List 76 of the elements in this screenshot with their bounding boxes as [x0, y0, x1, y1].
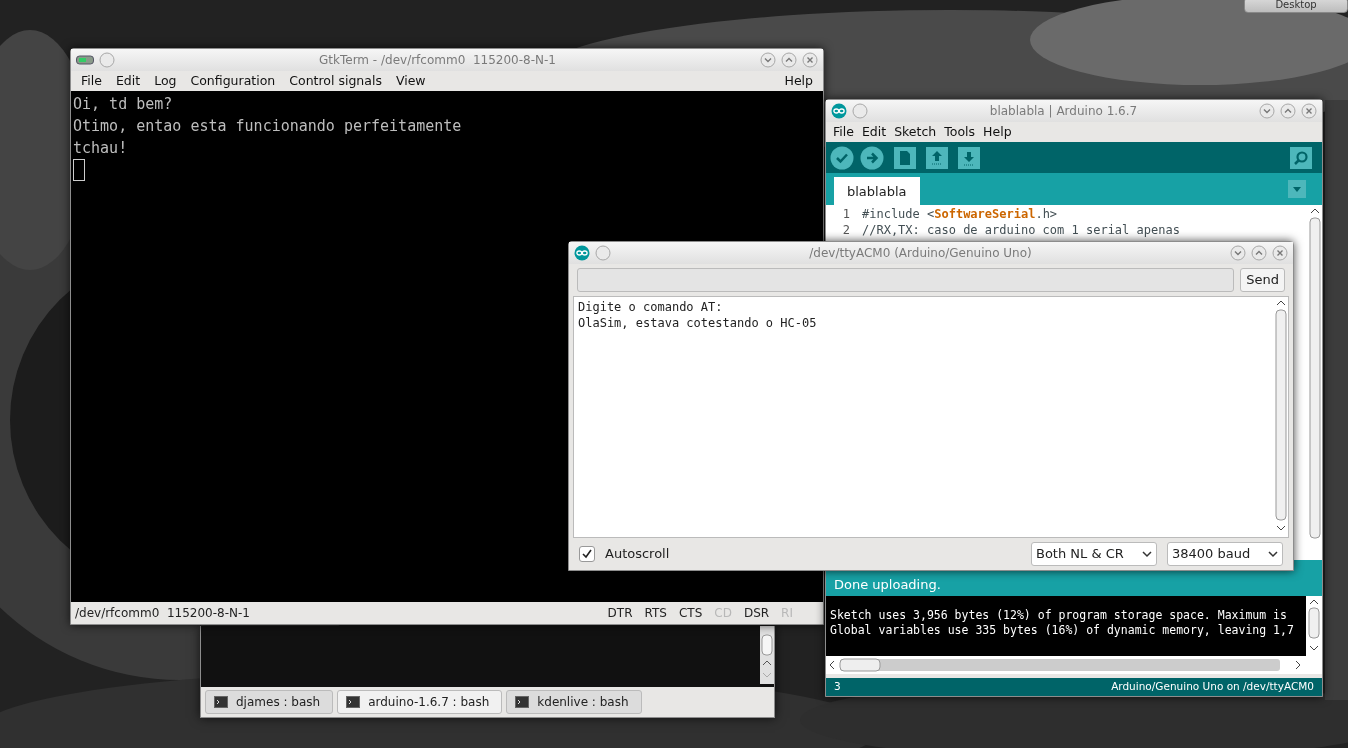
document-icon[interactable]: [894, 146, 916, 169]
menu-item[interactable]: Help: [980, 122, 1015, 142]
scrollbar[interactable]: [1306, 596, 1322, 656]
menu-item[interactable]: Edit: [109, 71, 147, 91]
console-line: Sketch uses 3,956 bytes (12%) of program storage space. Maximum is: [830, 608, 1288, 623]
menu-item[interactable]: Configuration: [184, 71, 282, 91]
terminal-tab[interactable]: arduino-1.6.7 : bash: [337, 690, 503, 714]
upload-icon[interactable]: [926, 146, 948, 169]
check-icon[interactable]: [830, 145, 854, 170]
line-number: 1: [841, 206, 850, 222]
terminal-icon: [346, 696, 361, 708]
checkbox-label: Autoscroll: [605, 545, 670, 564]
round-button[interactable]: [99, 52, 115, 68]
download-icon[interactable]: [958, 146, 980, 169]
line-number: 2: [841, 222, 850, 238]
arrow-right-icon[interactable]: [860, 145, 884, 170]
infinity-logo-icon: [831, 103, 847, 119]
status-message: Done uploading.: [834, 575, 941, 594]
terminal-icon: [214, 696, 228, 708]
close-button[interactable]: [802, 52, 818, 68]
maximize-button[interactable]: [1251, 245, 1267, 261]
window-title: blablabla | Arduino 1.6.7: [988, 103, 1139, 120]
terminal-icon: [515, 696, 530, 708]
dropdown[interactable]: Both NL & CR: [1031, 542, 1157, 566]
minimize-button[interactable]: [1259, 103, 1275, 119]
console-line: Global variables use 335 bytes (16%) of dynamic memory, leaving 1,7: [830, 623, 1295, 638]
maximize-button[interactable]: [1280, 103, 1296, 119]
menu-item[interactable]: Edit: [858, 122, 890, 142]
terminal-tab[interactable]: djames : bash: [205, 690, 334, 714]
round-button[interactable]: [852, 103, 868, 119]
caret-icon: [1142, 550, 1152, 558]
code-line: #include <SoftwareSerial.h>: [862, 206, 1059, 222]
terminal-line: Otimo, entao esta funcionando perfeitamente: [73, 116, 462, 137]
sketch-tab[interactable]: blablabla: [834, 176, 920, 205]
signal-indicator: DTR: [607, 605, 633, 622]
window-title: GtkTerm - /dev/rfcomm0 115200-8-N-1: [318, 52, 557, 69]
line-number-indicator: 3: [834, 679, 841, 695]
terminal-tab[interactable]: kdenlive : bash: [506, 690, 642, 714]
signal-indicator: RTS: [644, 605, 667, 622]
caret-icon: [1268, 550, 1278, 558]
input-field[interactable]: [577, 268, 1235, 292]
signal-indicator: DSR: [743, 605, 770, 622]
text-cursor: [73, 159, 85, 181]
board-port-label: Arduino/Genuino Uno on /dev/ttyACM0: [1111, 679, 1314, 695]
maximize-button[interactable]: [781, 52, 797, 68]
infinity-logo-icon: [574, 245, 590, 261]
send-button[interactable]: Send: [1240, 268, 1285, 292]
checkbox[interactable]: [579, 546, 595, 562]
port-status: /dev/rfcomm0 115200-8-N-1: [75, 605, 251, 622]
close-button[interactable]: [1272, 245, 1288, 261]
menu-item[interactable]: Tools: [941, 122, 979, 142]
menu-item[interactable]: Control signals: [283, 71, 388, 91]
menu-item[interactable]: Sketch: [891, 122, 940, 142]
search-icon[interactable]: [1290, 146, 1312, 169]
terminal-icon: [76, 54, 94, 66]
desktop-button[interactable]: Desktop: [1244, 0, 1348, 13]
menu-item[interactable]: Help: [778, 71, 819, 91]
window-title: /dev/ttyACM0 (Arduino/Genuino Uno): [808, 245, 1033, 262]
scrollbar[interactable]: [826, 656, 1322, 674]
menu-item[interactable]: View: [389, 71, 432, 91]
terminal-line: tchau!: [73, 138, 128, 159]
close-button[interactable]: [1301, 103, 1317, 119]
menu-item[interactable]: File: [830, 122, 857, 142]
scrollbar[interactable]: [760, 626, 774, 684]
code-line: //RX,TX: caso de arduino com 1 serial apenas: [862, 222, 1181, 238]
checkmark-icon: [581, 548, 593, 560]
menu-item[interactable]: Log: [148, 71, 183, 91]
minimize-button[interactable]: [760, 52, 776, 68]
signal-indicator: CTS: [678, 605, 703, 622]
output-line: Digite o comando AT:: [578, 299, 723, 315]
output-line: OlaSim, estava cotestando o HC-05: [578, 315, 817, 331]
terminal-line: Oi, td bem?: [73, 94, 173, 115]
round-button[interactable]: [595, 245, 611, 261]
dropdown[interactable]: 38400 baud: [1167, 542, 1283, 566]
minimize-button[interactable]: [1230, 245, 1246, 261]
menu-item[interactable]: File: [75, 71, 108, 91]
